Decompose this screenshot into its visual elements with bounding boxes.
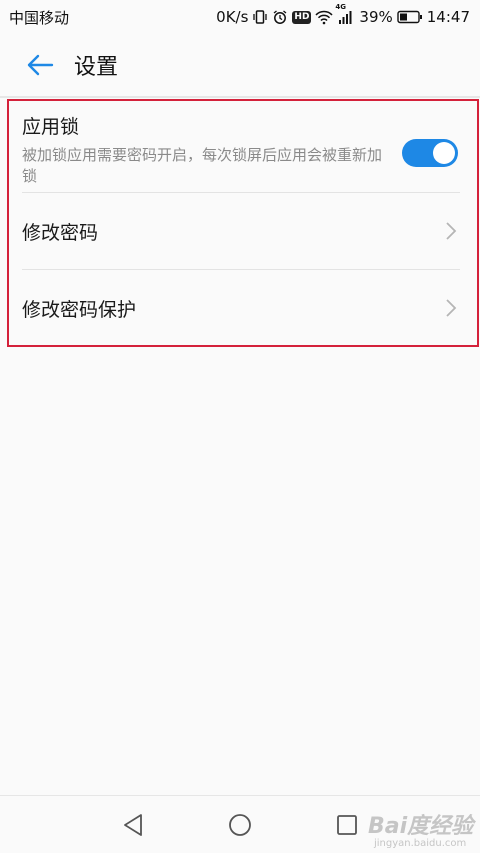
- hd-voice-icon: HD: [292, 10, 312, 24]
- change-password-row[interactable]: 修改密码: [22, 193, 460, 269]
- page-title: 设置: [74, 55, 119, 80]
- nav-back-button[interactable]: [118, 810, 148, 840]
- alarm-icon: [272, 9, 288, 25]
- nav-recent-button[interactable]: [332, 810, 362, 840]
- watermark-main: Bai度经验: [368, 814, 474, 839]
- back-button[interactable]: [12, 37, 68, 93]
- change-password-label: 修改密码: [22, 221, 99, 244]
- header-divider: [0, 96, 480, 98]
- chevron-right-icon: [444, 297, 458, 319]
- nav-home-button[interactable]: [225, 810, 255, 840]
- settings-group-highlighted: 应用锁 被加锁应用需要密码开启，每次锁屏后应用会被重新加锁 修改密码 修改密码保…: [7, 99, 479, 347]
- network-speed: 0K/s: [216, 8, 249, 26]
- app-lock-row[interactable]: 应用锁 被加锁应用需要密码开启，每次锁屏后应用会被重新加锁: [22, 108, 460, 191]
- app-lock-description: 被加锁应用需要密码开启，每次锁屏后应用会被重新加锁: [22, 146, 383, 185]
- signal-icon: 4G: [335, 3, 353, 25]
- wifi-icon: [315, 9, 333, 25]
- app-lock-toggle[interactable]: [402, 139, 458, 167]
- watermark-sub: jingyan.baidu.com: [374, 838, 467, 849]
- square-recent-icon: [337, 815, 357, 835]
- triangle-back-icon: [124, 814, 142, 836]
- arrow-left-icon: [27, 54, 54, 76]
- change-password-protection-row[interactable]: 修改密码保护: [22, 270, 460, 346]
- clock-time: 14:47: [426, 8, 470, 26]
- chevron-right-icon: [444, 220, 458, 242]
- vibrate-icon: [252, 9, 268, 25]
- settings-screen: 中国移动 0K/s HD 4G 39% 14:47 设置 应用锁 被加锁应用需要…: [0, 0, 480, 853]
- battery-icon: [397, 10, 423, 24]
- toggle-knob: [433, 142, 455, 164]
- status-left: 中国移动: [9, 7, 69, 28]
- status-bar: 中国移动 0K/s HD 4G 39% 14:47: [0, 0, 480, 34]
- app-bar: 设置: [0, 34, 480, 96]
- status-right: 0K/s HD 4G 39% 14:47: [216, 3, 470, 26]
- circle-home-icon: [229, 814, 251, 836]
- change-password-protection-label: 修改密码保护: [22, 298, 137, 321]
- app-lock-title: 应用锁: [22, 116, 80, 138]
- battery-percent: 39%: [359, 8, 393, 26]
- baidu-jingyan-watermark: Bai度经验 jingyan.baidu.com: [368, 808, 478, 850]
- carrier-name: 中国移动: [9, 8, 70, 27]
- network-type-label: 4G: [335, 3, 347, 11]
